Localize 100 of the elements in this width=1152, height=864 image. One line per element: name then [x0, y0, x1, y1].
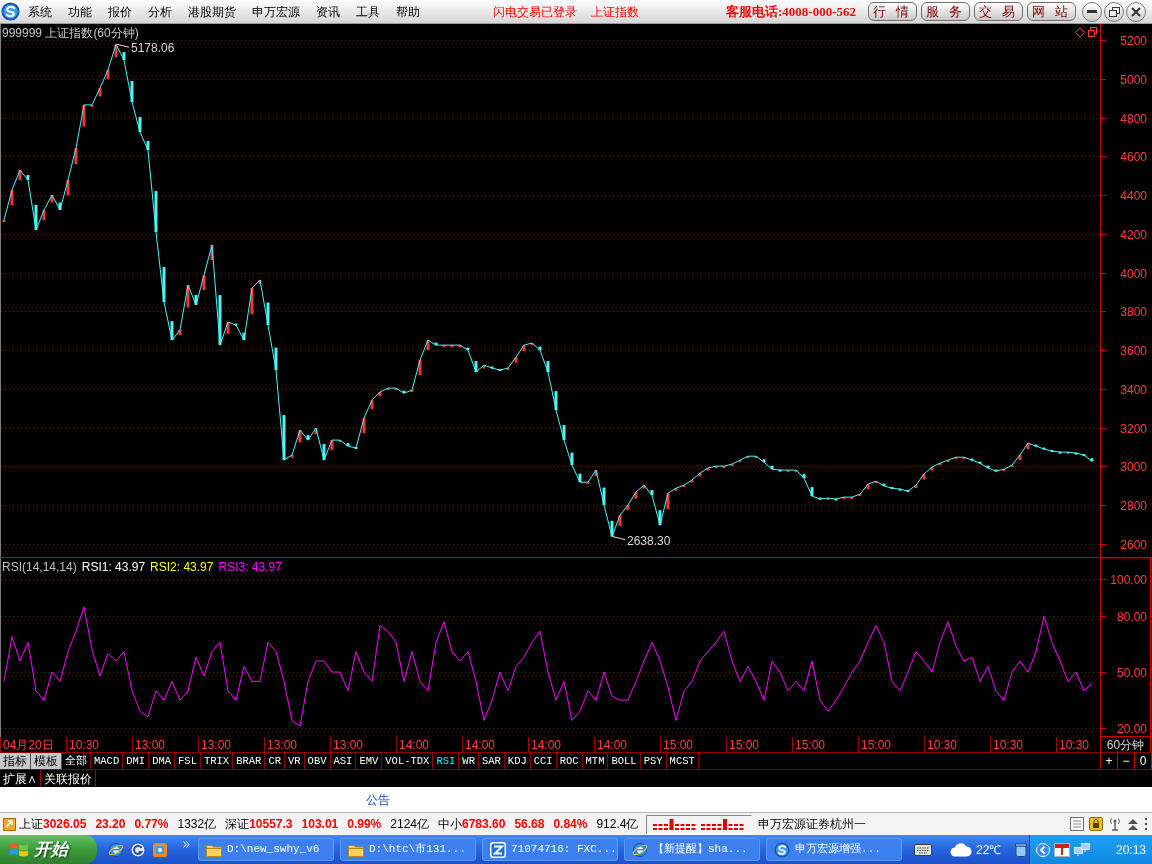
lock-icon[interactable] — [1089, 817, 1103, 831]
axis-label: 4400 — [1120, 188, 1147, 203]
indicator-tab[interactable]: MTM — [582, 753, 609, 769]
candlestick — [130, 81, 134, 103]
zoom-button[interactable]: 0 — [1135, 753, 1152, 769]
menu-item[interactable]: 申万宏源 — [244, 1, 308, 22]
candlestick — [330, 440, 334, 451]
menu-item[interactable]: 系统 — [20, 1, 60, 22]
app-tile-icon[interactable] — [152, 841, 168, 858]
candlestick — [74, 147, 78, 164]
indicator-tab[interactable]: VR — [285, 753, 305, 769]
toolbar-button[interactable]: 模板 — [31, 753, 62, 769]
candlestick — [666, 493, 670, 510]
jar-icon[interactable] — [1015, 842, 1028, 857]
index-change: 23.20 — [95, 816, 126, 833]
legend-text: RSI2: 43.97 — [150, 559, 214, 575]
indicator-tab[interactable]: TRIX — [200, 753, 234, 769]
axis-label: 20.00 — [1116, 721, 1147, 736]
close-button[interactable] — [1126, 1, 1146, 22]
dots-icon[interactable] — [1144, 817, 1148, 831]
candlestick — [210, 245, 214, 261]
indicator-tab[interactable]: ROC — [556, 753, 583, 769]
candlestick — [162, 267, 166, 303]
network-icon[interactable] — [1073, 842, 1090, 857]
arrow-square-icon[interactable] — [3, 817, 16, 831]
candlestick — [202, 275, 206, 291]
menu-item[interactable]: 报价 — [100, 1, 140, 22]
chevron-left-icon[interactable] — [1035, 842, 1050, 857]
clock-text: 20:13 — [1115, 841, 1146, 859]
nav-button[interactable]: 网 站 — [1027, 2, 1076, 21]
app-tile-icon — [490, 841, 506, 858]
candlestick — [170, 321, 174, 341]
indicator-tab[interactable]: BRAR — [233, 753, 266, 769]
indicator-tab[interactable]: 全部 — [62, 753, 91, 769]
time-label: 14:00 — [462, 737, 528, 752]
indicator-tab[interactable]: RSI — [433, 753, 460, 769]
taskbar-button[interactable]: 【新提醒】sha... — [624, 838, 760, 861]
index-value: 10557.3 — [249, 816, 293, 833]
candlestick — [618, 515, 622, 526]
candlestick — [266, 302, 270, 326]
taskbar-button[interactable]: 71074716: FXC... — [482, 838, 618, 861]
indicator-tab[interactable]: SAR — [478, 753, 505, 769]
indicator-tab[interactable]: CCI — [530, 753, 557, 769]
time-label: 14:00 — [528, 737, 594, 752]
time-label: 13:00 — [132, 737, 198, 752]
candlestick — [154, 191, 158, 233]
overlapping-squares-icon[interactable] — [1088, 27, 1097, 37]
hotline-text: 客服电话:4008-000-562 — [726, 2, 856, 21]
menu-item[interactable]: 功能 — [60, 1, 100, 22]
double-up-arrow-icon[interactable] — [1127, 817, 1139, 831]
t-tile-icon[interactable] — [1053, 842, 1070, 857]
zoom-button[interactable]: + — [1101, 753, 1118, 769]
indicator-tab[interactable]: DMI — [123, 753, 150, 769]
document-icon[interactable] — [1070, 817, 1084, 831]
diamond-icon[interactable] — [1075, 27, 1085, 38]
restore-button[interactable] — [1104, 1, 1124, 22]
indicator-tab[interactable]: BOLL — [608, 753, 641, 769]
indicator-tab[interactable]: DMA — [149, 753, 176, 769]
nav-button[interactable]: 服 务 — [921, 2, 970, 21]
minimize-button[interactable] — [1082, 1, 1102, 22]
index-percent: 0.99% — [347, 816, 382, 833]
period-button[interactable]: 60分钟 — [1100, 737, 1151, 752]
nav-button[interactable]: 交 易 — [974, 2, 1023, 21]
menu-item[interactable]: 工具 — [348, 1, 388, 22]
indicator-tab[interactable]: FSL — [175, 753, 201, 769]
index-turnover: 912.4亿 — [596, 816, 639, 833]
indicator-tab[interactable]: MCST — [666, 753, 699, 769]
indicator-tab[interactable]: MACD — [91, 753, 124, 769]
double-chevron-icon[interactable] — [183, 841, 190, 848]
indicator-tab[interactable]: WR — [459, 753, 479, 769]
index-name: 深证 — [225, 816, 250, 833]
keyboard-icon[interactable] — [914, 843, 932, 856]
axis-label: 50.00 — [1116, 665, 1147, 680]
zoom-button[interactable]: − — [1118, 753, 1135, 769]
time-label: 04月20日 — [0, 737, 66, 752]
taskbar-button[interactable]: D:\htc\市131... — [340, 838, 476, 861]
menu-item[interactable]: 分析 — [140, 1, 180, 22]
taskbar-button[interactable]: D:\new_swhy_v6 — [198, 838, 334, 861]
indicator-tab[interactable]: ASI — [330, 753, 357, 769]
menu-item[interactable]: 资讯 — [308, 1, 348, 22]
candlestick — [290, 455, 294, 458]
menu-item[interactable]: 帮助 — [388, 1, 428, 22]
indicator-tab[interactable]: VOL-TDX — [382, 753, 434, 769]
indicator-tab[interactable]: CR — [265, 753, 285, 769]
indicator-tab[interactable]: PSY — [640, 753, 667, 769]
candlestick — [610, 520, 614, 537]
circular-arrow-icon[interactable] — [130, 841, 146, 858]
candlestick — [66, 179, 70, 195]
candlestick — [90, 104, 94, 107]
indicator-title: RSI(14,14,14) — [2, 559, 77, 575]
axis-label: 80.00 — [1116, 609, 1147, 624]
menu-item[interactable]: 港股期货 — [180, 1, 244, 22]
indicator-tab[interactable]: OBV — [304, 753, 331, 769]
notice-link[interactable]: 公告 — [366, 790, 390, 809]
indicator-tab[interactable]: EMV — [356, 753, 383, 769]
taskbar-button[interactable]: 申万宏源增强... — [766, 838, 902, 861]
nav-button[interactable]: 行 情 — [868, 2, 917, 21]
indicator-tab[interactable]: KDJ — [504, 753, 531, 769]
antenna-icon[interactable] — [1108, 817, 1122, 831]
toolbar-button[interactable]: 指标 — [0, 753, 31, 769]
